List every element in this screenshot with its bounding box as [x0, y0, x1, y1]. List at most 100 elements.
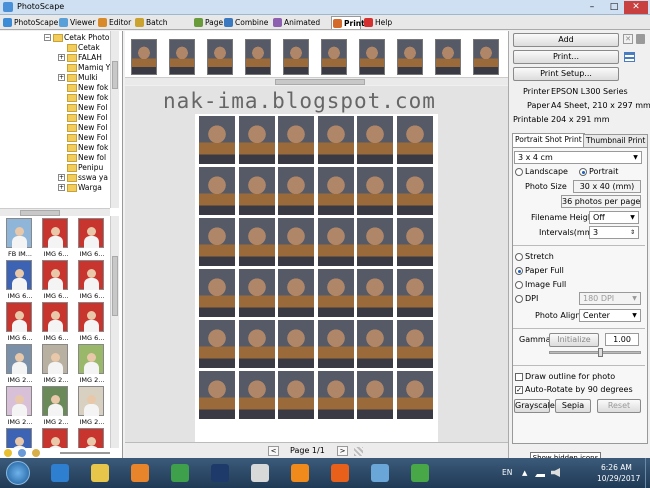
- folder-open-icon[interactable]: [32, 449, 40, 457]
- tab-viewer[interactable]: Viewer: [58, 16, 96, 29]
- selected-photo[interactable]: [207, 39, 233, 75]
- tree-folder-item[interactable]: New Fol: [58, 113, 107, 123]
- landscape-radio[interactable]: [515, 168, 523, 176]
- tree-folder-item[interactable]: Penipu: [58, 163, 103, 173]
- tree-folder-item[interactable]: New Fol: [58, 123, 107, 133]
- thumbnail-item[interactable]: [2, 428, 38, 448]
- tree-folder-item[interactable]: + Mulki: [58, 73, 98, 83]
- star-icon[interactable]: [4, 449, 12, 457]
- thumbnail-item[interactable]: IMG 6...: [74, 302, 110, 346]
- zoom-icon[interactable]: [354, 447, 363, 456]
- tree-folder-item[interactable]: − Cetak Photo: [44, 33, 110, 43]
- print-setup-button[interactable]: Print Setup...: [513, 67, 619, 81]
- folder-tree[interactable]: − Cetak Photo Cetak + FALAH Mamiq Y + Mulki New …: [0, 31, 123, 208]
- tab-editor[interactable]: Editor: [97, 16, 133, 29]
- thumbnail-item[interactable]: IMG 2...: [38, 386, 74, 430]
- thumbnail-item[interactable]: IMG 2...: [2, 344, 38, 388]
- selected-photo[interactable]: [283, 39, 309, 75]
- photoshop-taskbar-button[interactable]: [202, 460, 238, 486]
- minimize-button[interactable]: –: [582, 1, 602, 14]
- tree-folder-item[interactable]: + FALAH: [58, 53, 102, 63]
- expand-icon[interactable]: +: [58, 74, 65, 81]
- thumbnail-size-slider[interactable]: [60, 452, 110, 454]
- folder-tree-hscrollbar[interactable]: [0, 208, 110, 216]
- volume-icon[interactable]: [551, 468, 560, 477]
- selected-photos-strip[interactable]: [125, 31, 537, 85]
- intervals-stepper[interactable]: 3 ⇕: [589, 226, 639, 239]
- tab-thumbnail-print[interactable]: Thumbnail Print: [583, 134, 649, 147]
- gamma-slider-handle[interactable]: [597, 348, 603, 357]
- reset-button[interactable]: Reset: [597, 399, 641, 413]
- tree-folder-item[interactable]: Mamiq Y: [58, 63, 110, 73]
- start-button[interactable]: [6, 461, 30, 485]
- expand-icon[interactable]: +: [58, 184, 65, 191]
- clock-date[interactable]: 10/29/2017: [597, 474, 640, 483]
- gamma-slider[interactable]: [549, 348, 641, 357]
- thumbnail-item[interactable]: IMG 6...: [38, 218, 74, 262]
- tree-folder-item[interactable]: New Fol: [58, 133, 107, 143]
- list-icon[interactable]: [624, 52, 635, 62]
- show-desktop-button[interactable]: [645, 458, 650, 488]
- app-green-taskbar-button[interactable]: [402, 460, 438, 486]
- chrome-taskbar-button[interactable]: [162, 460, 198, 486]
- thumbnail-list[interactable]: FB IM... IMG 6... IMG 6... IMG 6... IMG 6...…: [0, 216, 110, 448]
- tree-folder-item[interactable]: New fok: [58, 83, 108, 93]
- show-hidden-icons-button[interactable]: ▲: [522, 469, 527, 477]
- paint-taskbar-button[interactable]: [362, 460, 398, 486]
- selected-photo[interactable]: [359, 39, 385, 75]
- rotate-icon[interactable]: [18, 449, 26, 457]
- tree-folder-item[interactable]: + sswa ya: [58, 173, 108, 183]
- trash-icon[interactable]: [636, 34, 645, 44]
- file-explorer-taskbar-button[interactable]: [82, 460, 118, 486]
- initialize-button[interactable]: Initialize: [549, 333, 599, 347]
- tab-animated-gif[interactable]: Animated GIF: [272, 16, 330, 40]
- tree-folder-item[interactable]: New fok: [58, 143, 108, 153]
- language-indicator[interactable]: EN: [502, 468, 512, 477]
- tree-folder-item[interactable]: New fok: [58, 93, 108, 103]
- expand-icon[interactable]: −: [44, 34, 51, 41]
- remove-icon[interactable]: ✕: [623, 34, 633, 44]
- tab-print[interactable]: Print: [331, 16, 365, 29]
- prev-page-button[interactable]: <: [268, 446, 279, 456]
- tab-portrait-shot-print[interactable]: Portrait Shot Print: [512, 133, 585, 147]
- grayscale-button[interactable]: Grayscale: [514, 399, 555, 413]
- tab-combine[interactable]: Combine: [223, 16, 271, 29]
- folder-tree-vscrollbar[interactable]: [110, 31, 119, 208]
- selected-photo[interactable]: [321, 39, 347, 75]
- selected-photo[interactable]: [435, 39, 461, 75]
- tree-folder-item[interactable]: + Warga: [58, 183, 102, 193]
- thumbnail-item[interactable]: IMG 2...: [2, 386, 38, 430]
- selected-photo[interactable]: [473, 39, 499, 75]
- close-button[interactable]: ✕: [624, 1, 648, 14]
- tab-help[interactable]: Help: [363, 16, 397, 29]
- thumbnail-item[interactable]: IMG 6...: [38, 260, 74, 304]
- thumbnail-item[interactable]: IMG 6...: [74, 218, 110, 262]
- firefox-taskbar-button[interactable]: [322, 460, 358, 486]
- thumbnail-item[interactable]: [38, 428, 74, 448]
- clock-time[interactable]: 6:26 AM: [601, 463, 632, 472]
- scroll-thumb[interactable]: [112, 256, 118, 316]
- image-full-radio[interactable]: [515, 281, 523, 289]
- strip-hscrollbar[interactable]: [125, 77, 508, 85]
- internet-explorer-taskbar-button[interactable]: [42, 460, 78, 486]
- selected-photo[interactable]: [245, 39, 271, 75]
- next-page-button[interactable]: >: [337, 446, 348, 456]
- thumbnail-item[interactable]: IMG 6...: [2, 302, 38, 346]
- scroll-thumb[interactable]: [112, 61, 118, 89]
- thumbnail-item[interactable]: FB IM...: [2, 218, 38, 262]
- thumbnail-item[interactable]: [74, 428, 110, 448]
- thumbnail-item[interactable]: IMG 6...: [74, 260, 110, 304]
- paper-full-radio[interactable]: [515, 267, 523, 275]
- thumbnail-vscrollbar[interactable]: [110, 216, 119, 448]
- dpi-radio[interactable]: [515, 295, 523, 303]
- photo-align-select[interactable]: Center ▼: [579, 309, 641, 322]
- expand-icon[interactable]: +: [58, 174, 65, 181]
- thumbnail-item[interactable]: IMG 2...: [38, 344, 74, 388]
- expand-icon[interactable]: +: [58, 54, 65, 61]
- stretch-radio[interactable]: [515, 253, 523, 261]
- thumbnail-item[interactable]: IMG 6...: [38, 302, 74, 346]
- maximize-button[interactable]: □: [604, 1, 624, 14]
- tab-page[interactable]: Page: [193, 16, 223, 29]
- tab-photoscape[interactable]: PhotoScape: [2, 16, 58, 29]
- filename-height-select[interactable]: Off ▼: [589, 211, 639, 224]
